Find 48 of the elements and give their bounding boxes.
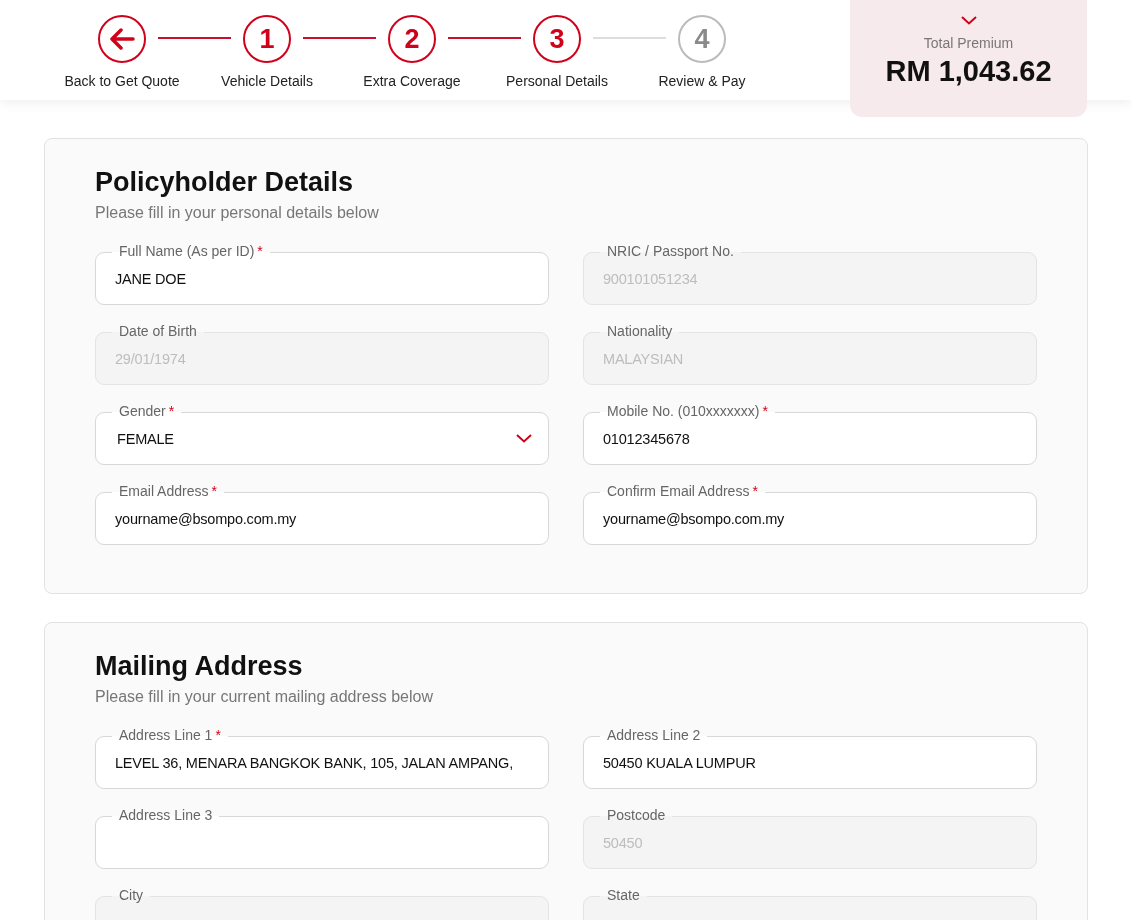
input-field[interactable]: Full Name (As per ID) * JANE DOE [95, 243, 549, 305]
field-label: Address Line 3 [112, 807, 220, 823]
field-value: yourname@bsompo.com.my [115, 510, 297, 527]
section-title: Policyholder Details [95, 167, 355, 198]
input-field[interactable]: Mobile No. (010xxxxxxx) * 01012345678 [583, 403, 1037, 465]
step-label: Back to Get Quote [64, 73, 180, 89]
field-value: LEVEL 36, MENARA BANGKOK BANK, 105, JALAN AMPANG, [115, 754, 513, 771]
field-label: Date of Birth [112, 323, 204, 339]
section-subtitle: Please fill in your personal details below [95, 204, 380, 222]
input-field[interactable]: Confirm Email Address * yourname@bsompo.com.my [583, 483, 1037, 545]
field-label: Confirm Email Address * [600, 483, 765, 499]
chevron-down-icon [516, 434, 532, 443]
step-label: Review & Pay [658, 73, 746, 89]
field-label: Address Line 1 * [112, 727, 228, 743]
step-number[interactable]: 4 [678, 15, 726, 63]
step-label: Extra Coverage [363, 73, 461, 89]
field-label: NRIC / Passport No. [600, 243, 741, 259]
left-arrow-icon [109, 28, 135, 50]
input-field[interactable]: Address Line 2 50450 KUALA LUMPUR [583, 727, 1037, 789]
gender-dropdown[interactable]: Gender * FEMALE [95, 403, 549, 465]
field-value: FEMALE [117, 430, 174, 447]
input-field[interactable]: Email Address * yourname@bsompo.com.my [95, 483, 549, 545]
field-value: 50450 KUALA LUMPUR [603, 754, 756, 771]
premium-label: Total Premium [923, 35, 1014, 51]
step-number[interactable]: 3 [533, 15, 581, 63]
input-field[interactable]: Address Line 3 [95, 807, 549, 869]
field-label: Email Address * [112, 483, 224, 499]
field-label: City [112, 887, 151, 903]
field-value: JANE DOE [115, 270, 186, 287]
field-label: Postcode [600, 807, 673, 823]
field-label: Gender * [112, 403, 182, 419]
field-label: Nationality [600, 323, 680, 339]
field-label: Full Name (As per ID) * [112, 243, 270, 259]
section-subtitle: Please fill in your current mailing address below [95, 688, 434, 706]
field-value: 01012345678 [603, 430, 690, 447]
step-label: Vehicle Details [221, 73, 313, 89]
field-value: yourname@bsompo.com.my [603, 510, 785, 527]
step-number[interactable]: 2 [388, 15, 436, 63]
chevron-down-icon[interactable] [960, 16, 977, 25]
step-label: Personal Details [506, 73, 608, 89]
premium-amount: RM 1,043.62 [885, 55, 1052, 88]
field-label: Address Line 2 [600, 727, 708, 743]
field-label: State [600, 887, 647, 903]
step-number[interactable]: 1 [243, 15, 291, 63]
field-label: Mobile No. (010xxxxxxx) * [600, 403, 775, 419]
back-button[interactable] [98, 15, 146, 63]
section-title: Mailing Address [95, 651, 304, 682]
input-field[interactable]: Address Line 1 * LEVEL 36, MENARA BANGKOK BANK, 105, JALAN AMPANG, [95, 727, 549, 789]
